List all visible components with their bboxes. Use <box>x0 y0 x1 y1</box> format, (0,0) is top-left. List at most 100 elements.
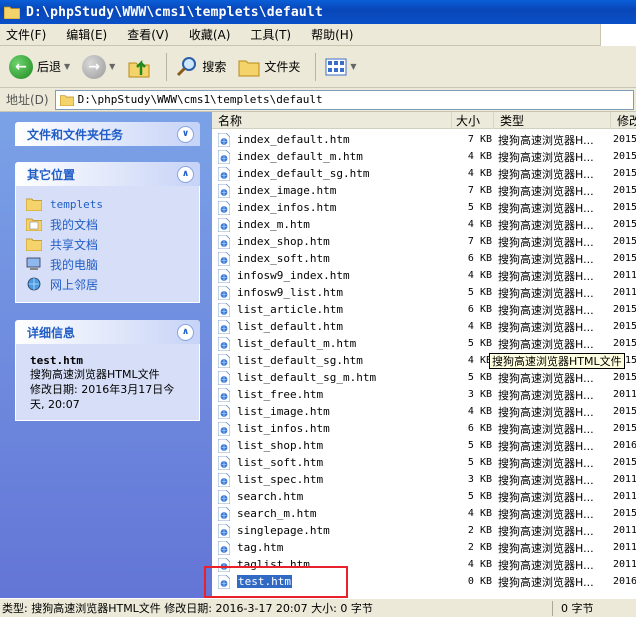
file-size: 3 KB <box>467 389 492 400</box>
file-name-cell[interactable]: singlepage.htm <box>218 522 458 539</box>
expand-icon[interactable]: ∨ <box>177 125 194 143</box>
table-row[interactable]: list_infos.htm 6 KB 搜狗高速浏览器H... 2015 <box>212 420 636 437</box>
file-type: 搜狗高速浏览器H... <box>498 201 594 215</box>
chevron-down-icon[interactable]: ▼ <box>64 62 70 71</box>
file-name-cell[interactable]: index_default_sg.htm <box>218 165 458 182</box>
file-name-cell[interactable]: infosw9_index.htm <box>218 267 458 284</box>
file-type: 搜狗高速浏览器H... <box>498 490 594 504</box>
address-input[interactable]: D:\phpStudy\WWW\cms1\templets\default <box>54 89 634 110</box>
table-row[interactable]: index_default.htm 7 KB 搜狗高速浏览器H... 2015 <box>212 131 636 148</box>
table-row[interactable]: list_soft.htm 5 KB 搜狗高速浏览器H... 2015 <box>212 454 636 471</box>
file-type: 搜狗高速浏览器H... <box>498 405 594 419</box>
back-arrow-icon: ← <box>9 54 33 79</box>
file-type: 搜狗高速浏览器H... <box>498 235 594 249</box>
place-link-my-computer[interactable]: 我的电脑 <box>26 254 189 274</box>
file-name-cell[interactable]: index_infos.htm <box>218 199 458 216</box>
file-name-cell[interactable]: list_shop.htm <box>218 437 458 454</box>
collapse-icon[interactable]: ∧ <box>177 165 194 183</box>
table-row[interactable]: search.htm 5 KB 搜狗高速浏览器H... 2011 <box>212 488 636 505</box>
file-name-cell[interactable]: list_infos.htm <box>218 420 458 437</box>
chevron-down-icon[interactable]: ▼ <box>350 62 356 71</box>
file-name-cell[interactable]: list_default_sg_m.htm <box>218 369 458 386</box>
place-link-shared-documents[interactable]: 共享文档 <box>26 234 189 254</box>
column-modified[interactable]: 修改 <box>611 112 636 129</box>
file-modified: 2015 <box>613 236 636 247</box>
file-name-cell[interactable]: list_free.htm <box>218 386 458 403</box>
file-name-cell[interactable]: list_article.htm <box>218 301 458 318</box>
table-row[interactable]: list_article.htm 6 KB 搜狗高速浏览器H... 2015 <box>212 301 636 318</box>
forward-button[interactable]: → ▼ <box>79 52 118 82</box>
column-name[interactable]: 名称 <box>212 112 452 129</box>
table-row[interactable]: index_image.htm 7 KB 搜狗高速浏览器H... 2015 <box>212 182 636 199</box>
table-row[interactable]: index_soft.htm 6 KB 搜狗高速浏览器H... 2015 <box>212 250 636 267</box>
folders-button[interactable]: 文件夹 <box>235 52 303 82</box>
chevron-down-icon[interactable]: ▼ <box>109 62 115 71</box>
file-name-cell[interactable]: search_m.htm <box>218 505 458 522</box>
table-row[interactable]: list_image.htm 4 KB 搜狗高速浏览器H... 2015 <box>212 403 636 420</box>
table-row[interactable]: search_m.htm 4 KB 搜狗高速浏览器H... 2015 <box>212 505 636 522</box>
place-link-templets[interactable]: templets <box>26 194 189 214</box>
file-name: singlepage.htm <box>237 524 330 537</box>
place-link-my-documents[interactable]: 我的文档 <box>26 214 189 234</box>
table-row[interactable]: infosw9_list.htm 5 KB 搜狗高速浏览器H... 2011 <box>212 284 636 301</box>
table-row[interactable]: index_default_m.htm 4 KB 搜狗高速浏览器H... 2015 <box>212 148 636 165</box>
file-name-cell[interactable]: list_default.htm <box>218 318 458 335</box>
place-link-network[interactable]: 网上邻居 <box>26 274 189 294</box>
file-name: index_default.htm <box>237 133 350 146</box>
table-row[interactable]: index_infos.htm 5 KB 搜狗高速浏览器H... 2015 <box>212 199 636 216</box>
table-row[interactable]: list_free.htm 3 KB 搜狗高速浏览器H... 2011 <box>212 386 636 403</box>
file-name-cell[interactable]: index_m.htm <box>218 216 458 233</box>
file-type: 搜狗高速浏览器H... <box>498 439 594 453</box>
views-icon <box>325 58 347 75</box>
file-modified: 2015 <box>613 134 636 145</box>
table-row[interactable]: list_spec.htm 3 KB 搜狗高速浏览器H... 2011 <box>212 471 636 488</box>
file-name-cell[interactable]: tag.htm <box>218 539 458 556</box>
column-size[interactable]: 大小 <box>452 112 494 129</box>
menu-favorites[interactable]: 收藏(A) <box>189 26 231 43</box>
menu-help[interactable]: 帮助(H) <box>311 26 353 43</box>
collapse-icon[interactable]: ∧ <box>177 323 194 341</box>
file-type: 搜狗高速浏览器H... <box>498 269 594 283</box>
up-folder-button[interactable] <box>124 52 154 82</box>
table-row[interactable]: list_shop.htm 5 KB 搜狗高速浏览器H... 2016 <box>212 437 636 454</box>
file-size: 5 KB <box>467 287 492 298</box>
file-name-cell[interactable]: list_soft.htm <box>218 454 458 471</box>
table-row[interactable]: list_default_m.htm 5 KB 搜狗高速浏览器H... 2015 <box>212 335 636 352</box>
back-button[interactable]: ← 后退 ▼ <box>6 52 73 82</box>
file-name-cell[interactable]: list_default_sg.htm <box>218 352 458 369</box>
menu-file[interactable]: 文件(F) <box>6 26 46 43</box>
search-button[interactable]: 搜索 <box>173 52 229 82</box>
file-name-cell[interactable]: list_default_m.htm <box>218 335 458 352</box>
menu-tools[interactable]: 工具(T) <box>250 26 291 43</box>
file-name-cell[interactable]: search.htm <box>218 488 458 505</box>
table-row[interactable]: index_shop.htm 7 KB 搜狗高速浏览器H... 2015 <box>212 233 636 250</box>
table-row[interactable]: index_default_sg.htm 4 KB 搜狗高速浏览器H... 2015 <box>212 165 636 182</box>
file-list: 名称 大小 类型 修改 index_default.htm 7 KB 搜狗高速浏览器… <box>212 112 636 598</box>
other-places-header[interactable]: 其它位置 ∧ <box>15 162 200 186</box>
place-label: 共享文档 <box>50 237 99 252</box>
file-name-cell[interactable]: index_soft.htm <box>218 250 458 267</box>
file-name: list_infos.htm <box>237 422 330 435</box>
file-modified: 2015 <box>613 406 636 417</box>
table-row[interactable]: index_m.htm 4 KB 搜狗高速浏览器H... 2015 <box>212 216 636 233</box>
file-tasks-header[interactable]: 文件和文件夹任务 ∨ <box>15 122 200 146</box>
table-row[interactable]: infosw9_index.htm 4 KB 搜狗高速浏览器H... 2011 <box>212 267 636 284</box>
table-row[interactable]: list_default_sg_m.htm 5 KB 搜狗高速浏览器H... 2015 <box>212 369 636 386</box>
table-row[interactable]: list_default.htm 4 KB 搜狗高速浏览器H... 2015 <box>212 318 636 335</box>
file-name-cell[interactable]: list_image.htm <box>218 403 458 420</box>
file-name-cell[interactable]: infosw9_list.htm <box>218 284 458 301</box>
file-name-cell[interactable]: list_spec.htm <box>218 471 458 488</box>
views-button[interactable]: ▼ <box>322 52 359 82</box>
file-name-cell[interactable]: index_shop.htm <box>218 233 458 250</box>
file-name-cell[interactable]: index_default_m.htm <box>218 148 458 165</box>
file-size: 7 KB <box>467 134 492 145</box>
file-name-cell[interactable]: index_image.htm <box>218 182 458 199</box>
file-name: infosw9_index.htm <box>237 269 350 282</box>
file-name-cell[interactable]: index_default.htm <box>218 131 458 148</box>
table-row[interactable]: tag.htm 2 KB 搜狗高速浏览器H... 2011 <box>212 539 636 556</box>
table-row[interactable]: singlepage.htm 2 KB 搜狗高速浏览器H... 2011 <box>212 522 636 539</box>
details-header[interactable]: 详细信息 ∧ <box>15 320 200 344</box>
menu-view[interactable]: 查看(V) <box>127 26 169 43</box>
column-type[interactable]: 类型 <box>494 112 611 129</box>
menu-edit[interactable]: 编辑(E) <box>66 26 107 43</box>
